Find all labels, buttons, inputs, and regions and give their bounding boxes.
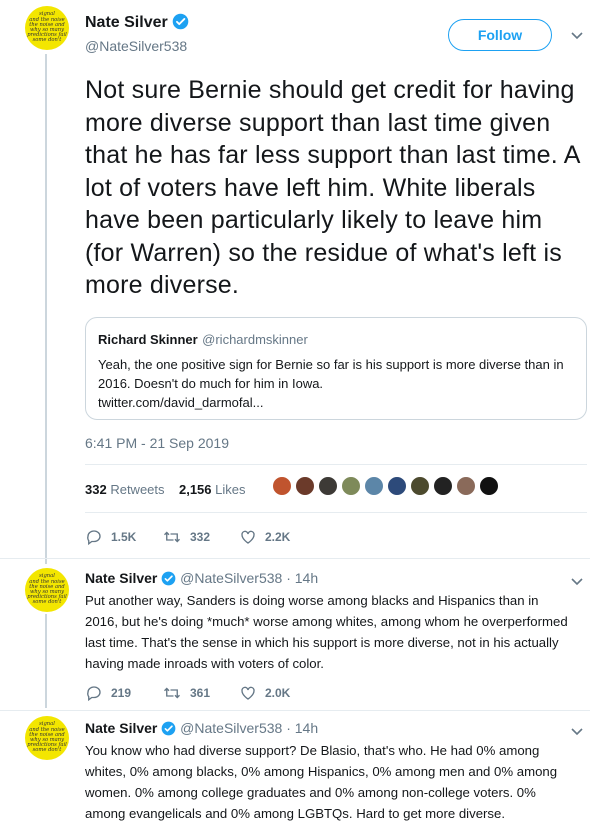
retweet-button[interactable]: 361 xyxy=(162,684,239,702)
liker-avatar-2[interactable] xyxy=(295,476,315,496)
quote-body: Yeah, the one positive sign for Bernie s… xyxy=(98,357,564,391)
retweet-count: 332 xyxy=(190,530,211,544)
like-button[interactable]: 2.2K xyxy=(239,528,316,546)
liker-avatar-5[interactable] xyxy=(364,476,384,496)
reply-count: 219 xyxy=(111,686,132,700)
liker-avatar-9[interactable] xyxy=(456,476,476,496)
timestamp[interactable]: 6:41 PM - 21 Sep 2019 xyxy=(85,435,229,451)
reply-text: Put another way, Sanders is doing worse … xyxy=(85,593,568,671)
liker-avatar-1[interactable] xyxy=(272,476,292,496)
tweet-text: Not sure Bernie should get credit for ha… xyxy=(85,76,580,299)
avatar[interactable]: signal and the noise the noise and why so … xyxy=(25,6,69,50)
reply-button[interactable]: 219 xyxy=(85,684,162,702)
reply-author-handle[interactable]: @NateSilver538 xyxy=(180,570,282,586)
reply-author-name[interactable]: Nate Silver xyxy=(85,570,157,586)
likes-count: 2,156 xyxy=(178,482,212,497)
retweet-icon xyxy=(164,687,180,699)
like-button[interactable]: 2.0K xyxy=(239,684,316,702)
reply-icon xyxy=(87,686,101,702)
thread-line-2 xyxy=(45,614,47,708)
avatar[interactable]: signal and the noise the noise and why so … xyxy=(25,716,69,760)
separator: · xyxy=(286,720,291,736)
retweets-count: 332 xyxy=(85,482,107,497)
quote-link[interactable]: twitter.com/david_darmofal... xyxy=(98,395,263,410)
retweet-count: 361 xyxy=(190,686,211,700)
tweet-actions: 1.5K 332 2.2K xyxy=(85,528,316,546)
retweet-icon xyxy=(164,531,180,543)
retweet-button[interactable]: 332 xyxy=(162,528,239,546)
verified-badge-icon xyxy=(161,571,176,589)
like-icon xyxy=(241,686,255,700)
reply-button[interactable]: 1.5K xyxy=(85,528,162,546)
reply-text: You know who had diverse support? De Bla… xyxy=(85,743,558,821)
author-name[interactable]: Nate Silver xyxy=(85,14,168,31)
divider xyxy=(0,558,590,559)
reply-icon xyxy=(87,530,101,546)
reply-author-handle[interactable]: @NateSilver538 xyxy=(180,720,282,736)
reply-count: 1.5K xyxy=(111,530,137,544)
liker-avatar-7[interactable] xyxy=(410,476,430,496)
quote-author-name: Richard Skinner xyxy=(98,332,198,347)
liker-avatar-3[interactable] xyxy=(318,476,338,496)
author-handle[interactable]: @NateSilver538 xyxy=(85,38,187,54)
liker-avatars xyxy=(272,476,499,496)
liker-avatar-6[interactable] xyxy=(387,476,407,496)
divider xyxy=(85,512,587,513)
follow-button[interactable]: Follow xyxy=(448,19,552,51)
reply-time[interactable]: 14h xyxy=(295,570,318,586)
divider xyxy=(85,464,587,465)
reply-header: Nate Silver @NateSilver538 · 14h xyxy=(85,720,318,739)
like-count: 2.0K xyxy=(265,686,291,700)
retweets-stat[interactable]: 332 Retweets xyxy=(85,482,165,497)
verified-badge-icon xyxy=(172,13,189,35)
reply-author-name[interactable]: Nate Silver xyxy=(85,720,157,736)
likes-stat[interactable]: 2,156 Likes xyxy=(179,482,246,497)
quoted-tweet[interactable]: Richard Skinner @richardmskinner Yeah, t… xyxy=(85,317,587,420)
quote-text: Yeah, the one positive sign for Bernie s… xyxy=(98,355,574,412)
reply-actions: 219 361 2.0K xyxy=(85,684,316,702)
separator: · xyxy=(286,570,291,586)
quote-author-handle: @richardmskinner xyxy=(202,332,308,347)
avatar[interactable]: signal and the noise the noise and why so … xyxy=(25,568,69,612)
reply-time[interactable]: 14h xyxy=(295,720,318,736)
liker-avatar-10[interactable] xyxy=(479,476,499,496)
thread-line-1 xyxy=(45,54,47,564)
chevron-down-icon[interactable] xyxy=(570,28,584,46)
engagement-stats: 332 Retweets 2,156 Likes xyxy=(85,482,246,497)
divider xyxy=(0,710,590,711)
verified-badge-icon xyxy=(161,721,176,739)
liker-avatar-4[interactable] xyxy=(341,476,361,496)
reply-header: Nate Silver @NateSilver538 · 14h xyxy=(85,570,318,589)
like-icon xyxy=(241,530,255,544)
retweets-label: Retweets xyxy=(110,482,165,497)
liker-avatar-8[interactable] xyxy=(433,476,453,496)
like-count: 2.2K xyxy=(265,530,291,544)
likes-label: Likes xyxy=(215,482,246,497)
